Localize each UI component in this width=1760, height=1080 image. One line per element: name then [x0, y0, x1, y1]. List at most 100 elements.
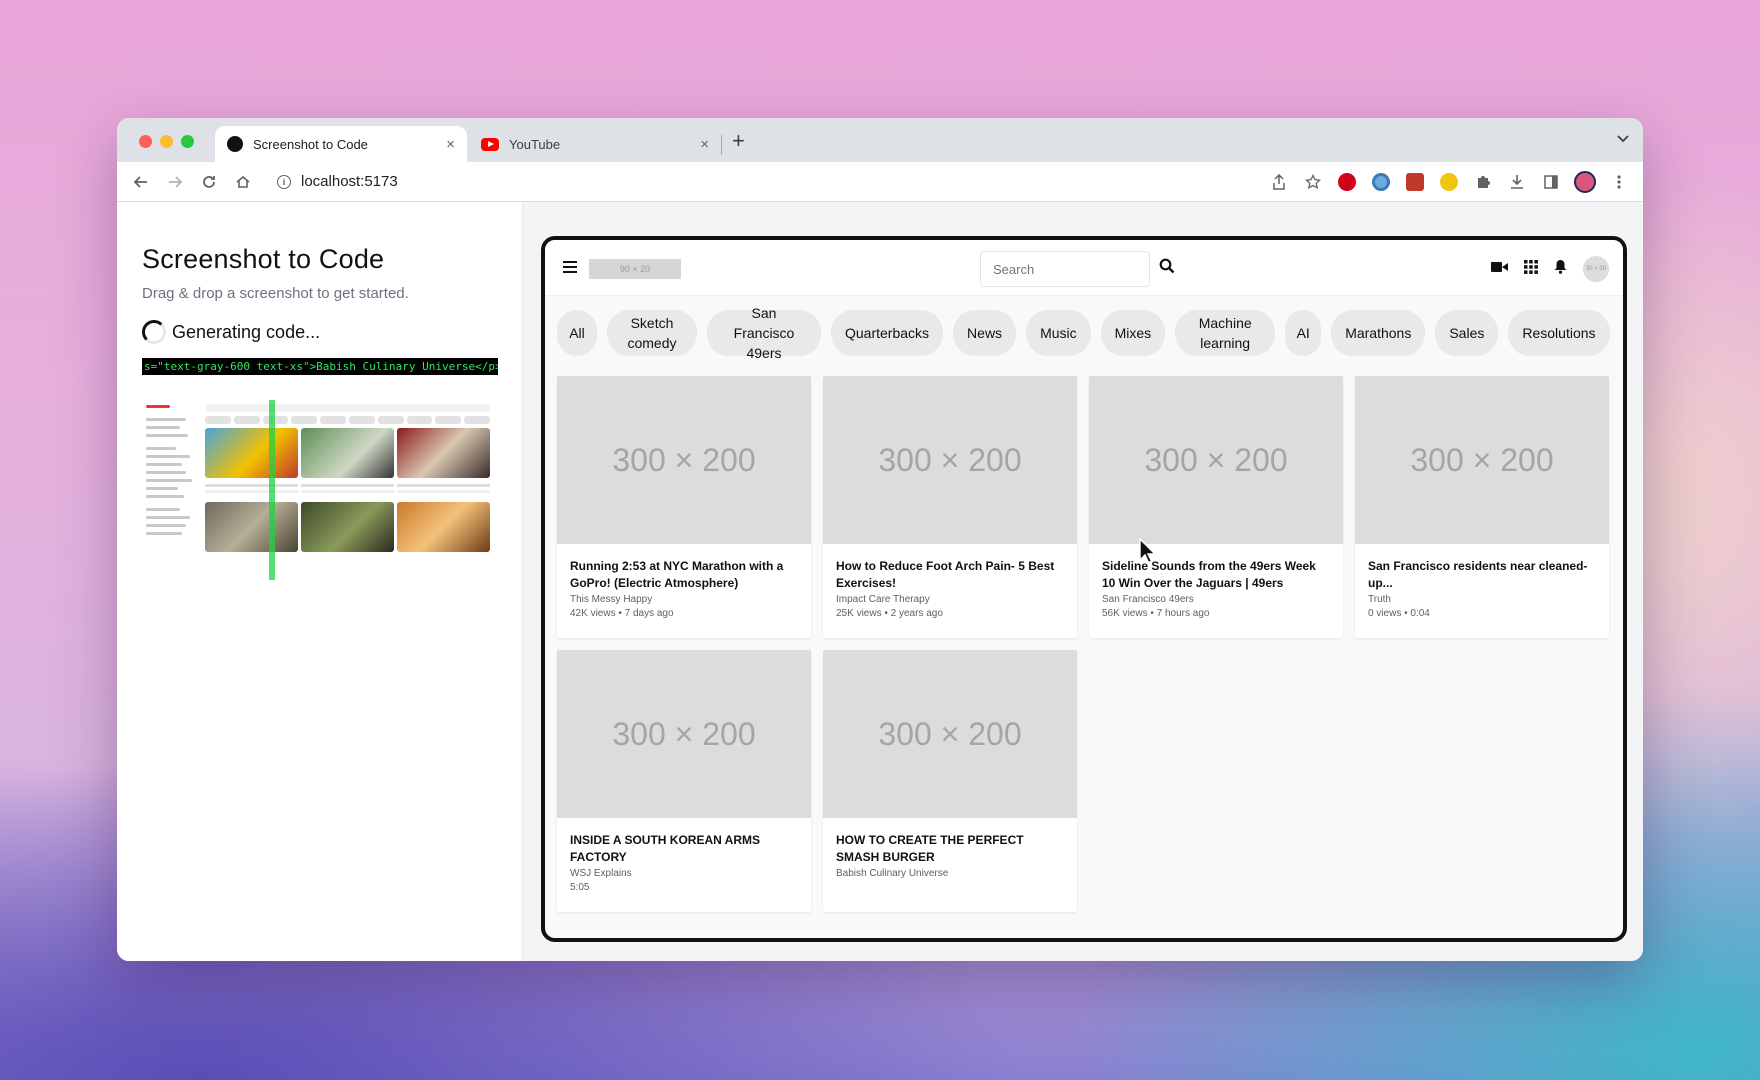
browser-toolbar: i localhost:5173 [117, 162, 1643, 202]
tab-search-chevron-icon[interactable] [1617, 130, 1629, 146]
mini-searchbar [205, 404, 490, 412]
extension-icon[interactable] [1401, 168, 1429, 196]
apps-grid-icon[interactable] [1524, 259, 1538, 279]
video-title[interactable]: San Francisco residents near cleaned-up.… [1368, 558, 1596, 592]
chip-machine-learning[interactable]: Machine learning [1175, 310, 1276, 356]
bell-icon[interactable] [1554, 259, 1567, 279]
browser-window: Screenshot to Code × YouTube × + i local… [117, 118, 1643, 961]
url-text: localhost:5173 [301, 173, 398, 190]
bookmark-star-icon[interactable] [1299, 168, 1327, 196]
toolbar-actions [1265, 168, 1633, 196]
video-stats: 42K views • 7 days ago [570, 608, 674, 619]
search-input[interactable] [980, 251, 1150, 287]
profile-avatar[interactable] [1571, 168, 1599, 196]
video-camera-icon[interactable] [1491, 260, 1508, 278]
channel-name[interactable]: Impact Care Therapy [836, 594, 1064, 605]
side-panel-icon[interactable] [1537, 168, 1565, 196]
close-window-button[interactable] [139, 135, 152, 148]
close-tab-icon[interactable]: × [446, 136, 455, 153]
maximize-window-button[interactable] [181, 135, 194, 148]
search-icon[interactable] [1159, 258, 1175, 279]
thumbnail-placeholder[interactable]: 300 × 200 [1355, 376, 1609, 544]
tab-youtube[interactable]: YouTube × [469, 126, 721, 162]
back-arrow-icon[interactable] [127, 168, 155, 196]
channel-name[interactable]: This Messy Happy [570, 594, 798, 605]
hamburger-menu-icon[interactable] [563, 258, 577, 278]
tab-title: Screenshot to Code [253, 136, 368, 152]
chip-mixes[interactable]: Mixes [1100, 310, 1166, 356]
video-card[interactable]: 300 × 200 How to Reduce Foot Arch Pain- … [823, 376, 1077, 638]
close-tab-icon[interactable]: × [700, 136, 709, 153]
channel-name[interactable]: San Francisco 49ers [1102, 594, 1330, 605]
thumbnail-placeholder[interactable]: 300 × 200 [823, 650, 1077, 818]
mini-video-grid [205, 428, 490, 552]
site-info-icon[interactable]: i [277, 174, 291, 189]
chip-marathons[interactable]: Marathons [1331, 310, 1426, 356]
channel-name[interactable]: WSJ Explains [570, 868, 798, 879]
video-card[interactable]: 300 × 200 Running 2:53 at NYC Marathon w… [557, 376, 811, 638]
new-tab-button[interactable]: + [732, 128, 745, 154]
avatar[interactable]: 30 × 30 [1583, 256, 1609, 282]
home-icon[interactable] [229, 168, 257, 196]
forward-arrow-icon[interactable] [161, 168, 189, 196]
extension-icon[interactable] [1367, 168, 1395, 196]
scan-line [269, 400, 275, 580]
chip-ai[interactable]: AI [1285, 310, 1322, 356]
category-chips: All Sketch comedy San Francisco 49ers Qu… [557, 305, 1610, 361]
chip-music[interactable]: Music [1026, 310, 1091, 356]
tab-screenshot-to-code[interactable]: Screenshot to Code × [215, 126, 467, 162]
video-stats: 56K views • 7 hours ago [1102, 608, 1210, 619]
address-bar[interactable]: i localhost:5173 [267, 167, 1227, 197]
chip-news[interactable]: News [953, 310, 1017, 356]
youtube-favicon-icon [481, 137, 499, 151]
download-icon[interactable] [1503, 168, 1531, 196]
mini-sidebar [142, 400, 200, 580]
uploaded-screenshot-thumbnail [142, 400, 492, 580]
video-title[interactable]: How to Reduce Foot Arch Pain- 5 Best Exe… [836, 558, 1064, 592]
logo-placeholder[interactable]: 90 × 20 [589, 259, 681, 279]
video-stats: 25K views • 2 years ago [836, 608, 943, 619]
minimize-window-button[interactable] [160, 135, 173, 148]
page-title: Screenshot to Code [142, 244, 385, 274]
video-stats: 0 views • 0:04 [1368, 608, 1430, 619]
tab-separator [721, 135, 722, 155]
generating-status: Generating code... [142, 320, 497, 344]
extension-icon[interactable] [1435, 168, 1463, 196]
video-card[interactable]: 300 × 200 San Francisco residents near c… [1355, 376, 1609, 638]
channel-name[interactable]: Babish Culinary Universe [836, 868, 1064, 879]
preview-panel: 90 × 20 Search 30 × 30 All Sketch comedy… [523, 202, 1643, 961]
video-card[interactable]: 300 × 200 Sideline Sounds from the 49ers… [1089, 376, 1343, 638]
chip-resolutions[interactable]: Resolutions [1508, 310, 1610, 356]
thumbnail-placeholder[interactable]: 300 × 200 [823, 376, 1077, 544]
yt-header: 90 × 20 Search 30 × 30 [545, 240, 1623, 296]
share-icon[interactable] [1265, 168, 1293, 196]
video-title[interactable]: Running 2:53 at NYC Marathon with a GoPr… [570, 558, 798, 592]
thumbnail-placeholder[interactable]: 300 × 200 [557, 650, 811, 818]
more-vertical-icon[interactable] [1605, 168, 1633, 196]
circle-favicon-icon [227, 136, 243, 152]
preview-frame: 90 × 20 Search 30 × 30 All Sketch comedy… [541, 236, 1627, 942]
chip-quarterbacks[interactable]: Quarterbacks [831, 310, 944, 356]
chip-all[interactable]: All [557, 310, 597, 356]
mini-chips [205, 416, 490, 424]
reload-icon[interactable] [195, 168, 223, 196]
opera-extension-icon[interactable] [1333, 168, 1361, 196]
chip-san-francisco-49ers[interactable]: San Francisco 49ers [707, 305, 821, 361]
puzzle-extensions-icon[interactable] [1469, 168, 1497, 196]
mouse-cursor-icon [1139, 537, 1157, 569]
chip-sales[interactable]: Sales [1435, 310, 1499, 356]
video-title[interactable]: INSIDE A SOUTH KOREAN ARMS FACTORY [570, 832, 798, 866]
page-content: Screenshot to Code Drag & drop a screens… [117, 202, 1643, 961]
channel-name[interactable]: Truth [1368, 594, 1596, 605]
chip-sketch-comedy[interactable]: Sketch comedy [607, 310, 697, 356]
status-text: Generating code... [172, 321, 321, 342]
window-controls [139, 135, 194, 148]
spinner-icon [142, 320, 166, 344]
video-title[interactable]: HOW TO CREATE THE PERFECT SMASH BURGER [836, 832, 1064, 866]
thumbnail-placeholder[interactable]: 300 × 200 [557, 376, 811, 544]
video-card[interactable]: 300 × 200 HOW TO CREATE THE PERFECT SMAS… [823, 650, 1077, 912]
video-stats: 5:05 [570, 882, 590, 893]
video-title[interactable]: Sideline Sounds from the 49ers Week 10 W… [1102, 558, 1330, 592]
video-card[interactable]: 300 × 200 INSIDE A SOUTH KOREAN ARMS FAC… [557, 650, 811, 912]
thumbnail-placeholder[interactable]: 300 × 200 [1089, 376, 1343, 544]
